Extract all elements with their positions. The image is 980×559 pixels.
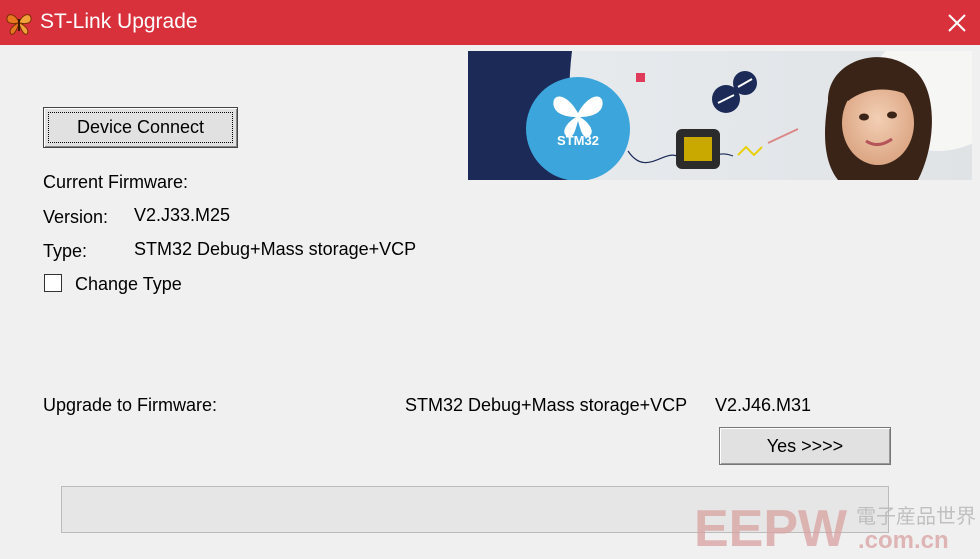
yes-upgrade-button[interactable]: Yes >>>> bbox=[719, 427, 891, 465]
stm32-logo-text: STM32 bbox=[557, 133, 599, 148]
device-connect-button[interactable]: Device Connect bbox=[43, 107, 238, 148]
stm32-banner-image: STM32 bbox=[468, 51, 972, 180]
watermark-domain: .com.cn bbox=[858, 527, 949, 554]
watermark-chinese: 電子産品世界 bbox=[856, 504, 976, 528]
change-type-checkbox[interactable] bbox=[44, 274, 62, 292]
upgrade-version-value: V2.J46.M31 bbox=[715, 395, 812, 415]
eepw-watermark: EEPW 電子産品世界 .com.cn bbox=[690, 498, 980, 558]
close-button[interactable] bbox=[934, 0, 980, 45]
title-bar: ST-Link Upgrade bbox=[0, 0, 980, 45]
butterfly-app-icon bbox=[4, 9, 34, 37]
dialog-client-area: Device Connect STM32 Current Firmware: V… bbox=[0, 45, 980, 558]
version-label: Version: bbox=[43, 207, 109, 227]
current-version-value: V2.J33.M25 bbox=[134, 205, 231, 225]
upgrade-to-firmware-label: Upgrade to Firmware: bbox=[43, 395, 218, 415]
yes-button-label: Yes >>>> bbox=[766, 435, 844, 456]
focus-rectangle bbox=[48, 112, 233, 143]
close-icon bbox=[948, 13, 966, 32]
type-label: Type: bbox=[43, 241, 88, 261]
change-type-label[interactable]: Change Type bbox=[75, 273, 182, 295]
current-firmware-heading: Current Firmware: bbox=[43, 172, 189, 192]
current-type-value: STM32 Debug+Mass storage+VCP bbox=[134, 239, 417, 259]
upgrade-type-value: STM32 Debug+Mass storage+VCP bbox=[405, 395, 688, 415]
watermark-brand: EEPW bbox=[694, 500, 848, 554]
window-title: ST-Link Upgrade bbox=[40, 10, 198, 33]
